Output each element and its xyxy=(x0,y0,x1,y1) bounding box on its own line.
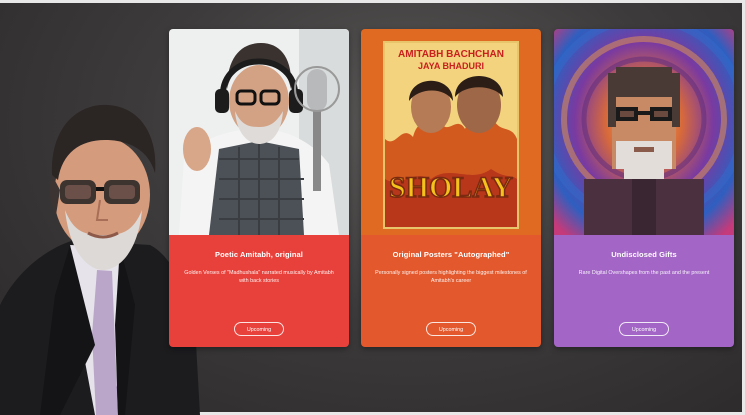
card-description: Golden Verses of "Madhushala" narrated m… xyxy=(184,270,334,284)
top-border xyxy=(0,0,745,3)
card-description: Personally signed posters highlighting t… xyxy=(375,270,527,284)
card-image-sholay-poster: AMITABH BACHCHAN JAYA BHADURI SHOLAY xyxy=(361,29,541,235)
card-image-pixel-art-portrait xyxy=(554,29,734,235)
card-title: Poetic Amitabh, original xyxy=(215,250,303,259)
card-info: Poetic Amitabh, original Golden Verses o… xyxy=(169,235,349,347)
card-title: Undisclosed Gifts xyxy=(611,250,677,259)
upcoming-button[interactable]: Upcoming xyxy=(234,322,284,336)
poster-second-line: JAYA BHADURI xyxy=(418,61,484,71)
card-original-posters[interactable]: AMITABH BACHCHAN JAYA BHADURI SHOLAY Ori… xyxy=(361,29,541,347)
card-undisclosed-gifts[interactable]: Undisclosed Gifts Rare Digital Overshape… xyxy=(554,29,734,347)
poster-logo: SHOLAY xyxy=(389,171,513,204)
card-image-recording-studio xyxy=(169,29,349,235)
upcoming-button[interactable]: Upcoming xyxy=(619,322,669,336)
card-info: Undisclosed Gifts Rare Digital Overshape… xyxy=(554,235,734,347)
card-title: Original Posters "Autographed" xyxy=(392,250,510,259)
upcoming-button[interactable]: Upcoming xyxy=(426,322,476,336)
card-poetic-amitabh[interactable]: Poetic Amitabh, original Golden Verses o… xyxy=(169,29,349,347)
card-description: Rare Digital Overshapes from the past an… xyxy=(578,270,710,276)
poster-top-line: AMITABH BACHCHAN xyxy=(398,49,504,60)
card-info: Original Posters "Autographed" Personall… xyxy=(361,235,541,347)
